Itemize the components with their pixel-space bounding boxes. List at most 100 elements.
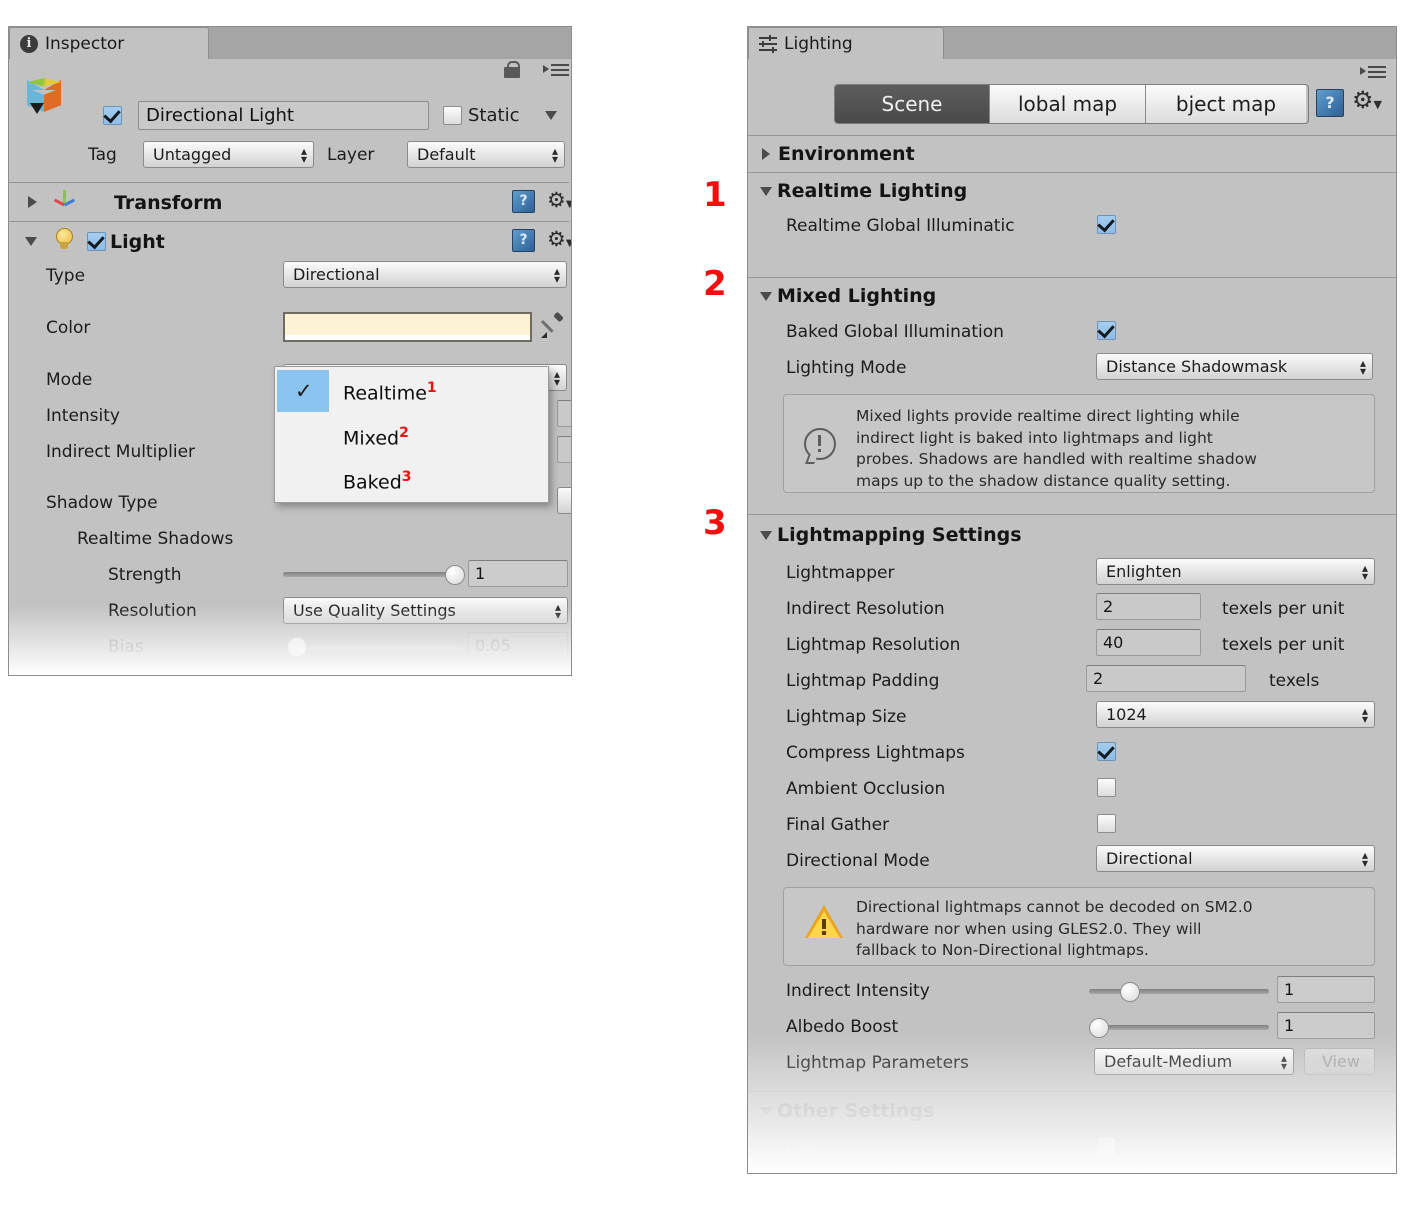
indirect-intensity-field[interactable]: 1	[1277, 976, 1375, 1003]
layer-value: Default	[417, 145, 476, 164]
lightmap-size-value: 1024	[1106, 705, 1147, 724]
light-type-dropdown[interactable]: Directional ▴ ▾	[283, 261, 567, 288]
realtime-lighting-foldout-arrow[interactable]	[760, 187, 772, 196]
slider-knob[interactable]	[1089, 1018, 1109, 1038]
color-label: Color	[46, 318, 91, 338]
section-mixed-lighting[interactable]: Mixed Lighting Baked Global Illumination…	[748, 278, 1394, 514]
slider-knob[interactable]	[445, 565, 465, 585]
help-book-icon[interactable]: ?	[512, 229, 535, 252]
tab-scene[interactable]: Scene	[835, 85, 990, 123]
layer-dropdown[interactable]: Default ▴ ▾	[407, 141, 565, 168]
bias-label: Bias	[108, 637, 144, 657]
transform-foldout-arrow[interactable]	[28, 196, 37, 208]
static-checkbox[interactable]	[443, 106, 462, 125]
static-dropdown-arrow[interactable]	[545, 111, 557, 120]
lightmap-size-label: Lightmap Size	[786, 707, 907, 727]
transform-axis-icon	[52, 190, 78, 215]
color-swatch	[285, 314, 530, 335]
other-settings-foldout-arrow[interactable]	[760, 1107, 772, 1116]
environment-foldout-arrow[interactable]	[762, 148, 770, 160]
lightmapper-value: Enlighten	[1106, 562, 1182, 581]
shadow-resolution-dropdown[interactable]: Use Quality Settings ▴ ▾	[283, 597, 568, 624]
section-environment[interactable]: Environment	[748, 136, 1394, 172]
strength-value-field[interactable]: 1	[468, 560, 568, 587]
help-book-icon[interactable]: ?	[512, 190, 535, 213]
inspector-window: i Inspector Directional Light Static Tag…	[8, 26, 572, 676]
view-button[interactable]: View	[1304, 1048, 1375, 1075]
component-header-transform[interactable]: Transform ? ⚙▼	[9, 183, 571, 221]
tab-global-maps-label: lobal map	[1017, 92, 1118, 116]
info-circle-icon	[804, 428, 838, 464]
lightmap-size-dropdown[interactable]: 1024 ▴ ▾	[1096, 701, 1375, 728]
popup-item-baked-badge: 3	[401, 469, 412, 485]
slider-knob[interactable]	[1120, 982, 1140, 1002]
indirect-intensity-slider[interactable]	[1089, 982, 1269, 1002]
popup-item-realtime-badge: 1	[426, 380, 437, 396]
tab-object-maps[interactable]: bject map	[1146, 85, 1306, 123]
strength-slider[interactable]	[283, 565, 465, 585]
light-foldout-arrow[interactable]	[25, 237, 37, 246]
final-gather-checkbox[interactable]	[1097, 814, 1116, 833]
gameobject-enabled-checkbox[interactable]	[103, 106, 122, 125]
realtime-gi-checkbox[interactable]	[1097, 215, 1116, 234]
normal-bias-slider	[287, 673, 463, 675]
lightmap-padding-label: Lightmap Padding	[786, 671, 940, 691]
lightmap-padding-field[interactable]: 2	[1086, 665, 1246, 692]
ambient-occlusion-checkbox[interactable]	[1097, 778, 1116, 797]
mixed-lighting-foldout-arrow[interactable]	[760, 292, 772, 301]
light-color-field[interactable]	[283, 312, 532, 342]
lighting-tab-bar[interactable]: Scene lobal map bject map	[834, 84, 1309, 124]
component-header-light[interactable]: Light ? ⚙▼	[9, 222, 571, 260]
directional-mode-dropdown[interactable]: Directional ▴ ▾	[1096, 845, 1375, 872]
popup-item-baked[interactable]: Baked3	[343, 469, 412, 493]
tab-lighting[interactable]: Lighting	[748, 27, 944, 59]
other-settings-title: Other Settings	[777, 1100, 935, 1122]
mixed-lighting-title: Mixed Lighting	[777, 285, 937, 307]
section-realtime-lighting[interactable]: Realtime Lighting Realtime Global Illumi…	[748, 173, 1394, 277]
shadow-type-dropdown[interactable]	[557, 487, 571, 514]
gear-icon[interactable]: ⚙▼	[1352, 88, 1382, 115]
gear-icon[interactable]: ⚙▼	[547, 190, 571, 215]
lighting-mode-dropdown[interactable]: Distance Shadowmask ▴ ▾	[1096, 353, 1373, 380]
section-other-settings[interactable]: Other Settings Fog Halo Texture None (Te…	[748, 1092, 1394, 1173]
tab-inspector[interactable]: i Inspector	[9, 27, 209, 59]
lightmapper-dropdown[interactable]: Enlighten ▴ ▾	[1096, 558, 1375, 585]
slider-track	[1089, 1025, 1269, 1030]
section-lightmapping-settings[interactable]: Lightmapping Settings Lightmapper Enligh…	[748, 515, 1394, 1091]
lock-icon[interactable]	[504, 61, 521, 79]
help-book-icon[interactable]: ?	[1316, 89, 1344, 117]
indirect-resolution-field[interactable]: 2	[1096, 593, 1201, 620]
compress-lightmaps-checkbox[interactable]	[1097, 742, 1116, 761]
popup-item-mixed[interactable]: Mixed2	[343, 425, 409, 449]
annotation-2: 2	[703, 264, 727, 304]
tag-label: Tag	[88, 145, 117, 165]
hamburger-menu-icon[interactable]	[543, 63, 569, 77]
indirect-resolution-label: Indirect Resolution	[786, 599, 945, 619]
popup-item-mixed-badge: 2	[399, 425, 409, 441]
popup-item-mixed-label: Mixed	[343, 427, 400, 450]
albedo-boost-slider[interactable]	[1089, 1018, 1269, 1038]
directional-mode-label: Directional Mode	[786, 851, 930, 871]
tag-dropdown[interactable]: Untagged ▴ ▾	[143, 141, 314, 168]
tab-inspector-label: Inspector	[45, 33, 125, 54]
fog-checkbox[interactable]	[1097, 1137, 1116, 1156]
indirect-multiplier-field[interactable]	[557, 436, 571, 463]
lightmapping-foldout-arrow[interactable]	[760, 531, 772, 540]
gear-icon[interactable]: ⚙▼	[547, 229, 571, 254]
lighting-sliders-icon	[759, 34, 777, 53]
lightmap-resolution-field[interactable]: 40	[1096, 629, 1201, 656]
light-mode-popup-menu[interactable]: ✓ Realtime1 Mixed2 Baked3	[274, 366, 549, 503]
eyedropper-icon[interactable]	[540, 311, 566, 340]
light-enabled-checkbox[interactable]	[87, 232, 106, 251]
hamburger-menu-icon[interactable]	[1360, 65, 1386, 79]
baked-gi-checkbox[interactable]	[1097, 321, 1116, 340]
albedo-boost-field[interactable]: 1	[1277, 1012, 1375, 1039]
intensity-field[interactable]	[557, 400, 571, 427]
lightmap-parameters-dropdown[interactable]: Default-Medium ▴ ▾	[1094, 1048, 1294, 1075]
directional-mode-value: Directional	[1106, 849, 1193, 868]
layer-label: Layer	[327, 145, 375, 165]
popup-item-realtime[interactable]: Realtime1	[343, 380, 437, 404]
gameobject-name-field[interactable]: Directional Light	[138, 101, 429, 130]
type-label: Type	[46, 266, 86, 286]
tab-global-maps[interactable]: lobal map	[990, 85, 1146, 123]
